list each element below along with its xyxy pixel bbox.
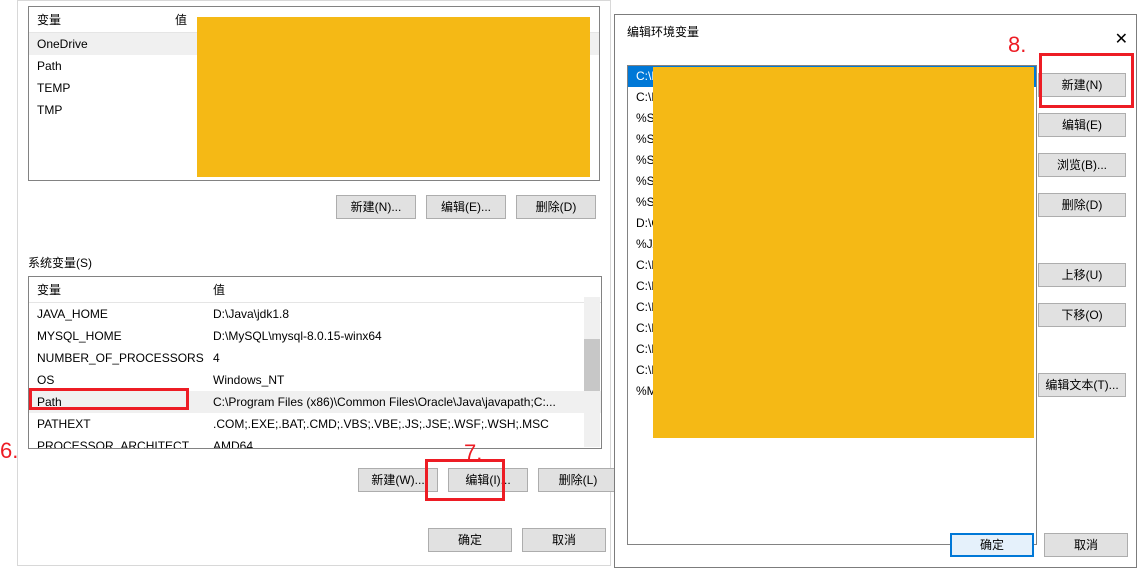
env-vars-dialog: 变量 值 OneDrive Path TEMP TMP 新建(N)... 编辑(… — [17, 0, 611, 566]
browse-path-button[interactable]: 浏览(B)... — [1038, 153, 1126, 177]
move-up-button[interactable]: 上移(U) — [1038, 263, 1126, 287]
delete-sys-var-button[interactable]: 删除(L) — [538, 468, 618, 492]
ok-button[interactable]: 确定 — [950, 533, 1034, 557]
table-row-path[interactable]: PathC:\Program Files (x86)\Common Files\… — [29, 391, 601, 413]
col-variable: 变量 — [29, 277, 205, 302]
table-row[interactable]: PATHEXT.COM;.EXE;.BAT;.CMD;.VBS;.VBE;.JS… — [29, 413, 601, 435]
close-icon[interactable]: ✕ — [1115, 29, 1128, 49]
new-path-button[interactable]: 新建(N) — [1038, 73, 1126, 97]
table-row[interactable]: NUMBER_OF_PROCESSORS4 — [29, 347, 601, 369]
table-row[interactable]: PROCESSOR_ARCHITECT...AMD64 — [29, 435, 601, 449]
dialog-title: 编辑环境变量 — [615, 15, 1136, 52]
scrollbar[interactable] — [584, 297, 600, 447]
annotation-label: 8. — [1008, 32, 1026, 58]
table-row[interactable]: JAVA_HOMED:\Java\jdk1.8 — [29, 303, 601, 325]
dialog-footer-buttons: 确定 取消 — [950, 533, 1128, 557]
new-user-var-button[interactable]: 新建(N)... — [336, 195, 416, 219]
redaction-block — [653, 67, 1034, 438]
annotation-label: 7. — [464, 440, 482, 466]
edit-sys-var-button[interactable]: 编辑(I)... — [448, 468, 528, 492]
system-vars-label: 系统变量(S) — [28, 254, 92, 271]
col-variable: 变量 — [29, 7, 167, 32]
move-down-button[interactable]: 下移(O) — [1038, 303, 1126, 327]
edit-user-var-button[interactable]: 编辑(E)... — [426, 195, 506, 219]
edit-text-button[interactable]: 编辑文本(T)... — [1038, 373, 1126, 397]
path-edit-buttons: 新建(N) 编辑(E) 浏览(B)... 删除(D) 上移(U) 下移(O) 编… — [1038, 73, 1128, 413]
scrollbar-thumb[interactable] — [584, 339, 600, 391]
col-value: 值 — [205, 277, 601, 302]
table-row[interactable]: OSWindows_NT — [29, 369, 601, 391]
delete-path-button[interactable]: 删除(D) — [1038, 193, 1126, 217]
cancel-button[interactable]: 取消 — [1044, 533, 1128, 557]
delete-user-var-button[interactable]: 删除(D) — [516, 195, 596, 219]
table-header: 变量 值 — [29, 277, 601, 303]
annotation-label: 6. — [0, 438, 18, 464]
table-row[interactable]: MYSQL_HOMED:\MySQL\mysql-8.0.15-winx64 — [29, 325, 601, 347]
system-vars-table[interactable]: 变量 值 JAVA_HOMED:\Java\jdk1.8 MYSQL_HOMED… — [28, 276, 602, 449]
edit-env-var-dialog: 编辑环境变量 ✕ C:\P C:\P %Sy %Sy %Sy %Sy %SY D… — [614, 14, 1137, 568]
ok-button[interactable]: 确定 — [428, 528, 512, 552]
system-vars-buttons: 新建(W)... 编辑(I)... 删除(L) — [358, 468, 618, 492]
user-vars-buttons: 新建(N)... 编辑(E)... 删除(D) — [336, 195, 596, 219]
new-sys-var-button[interactable]: 新建(W)... — [358, 468, 438, 492]
dialog-footer-buttons: 确定 取消 — [428, 528, 606, 552]
edit-path-button[interactable]: 编辑(E) — [1038, 113, 1126, 137]
redaction-block — [197, 17, 590, 177]
cancel-button[interactable]: 取消 — [522, 528, 606, 552]
user-vars-table[interactable]: 变量 值 OneDrive Path TEMP TMP — [28, 6, 600, 181]
